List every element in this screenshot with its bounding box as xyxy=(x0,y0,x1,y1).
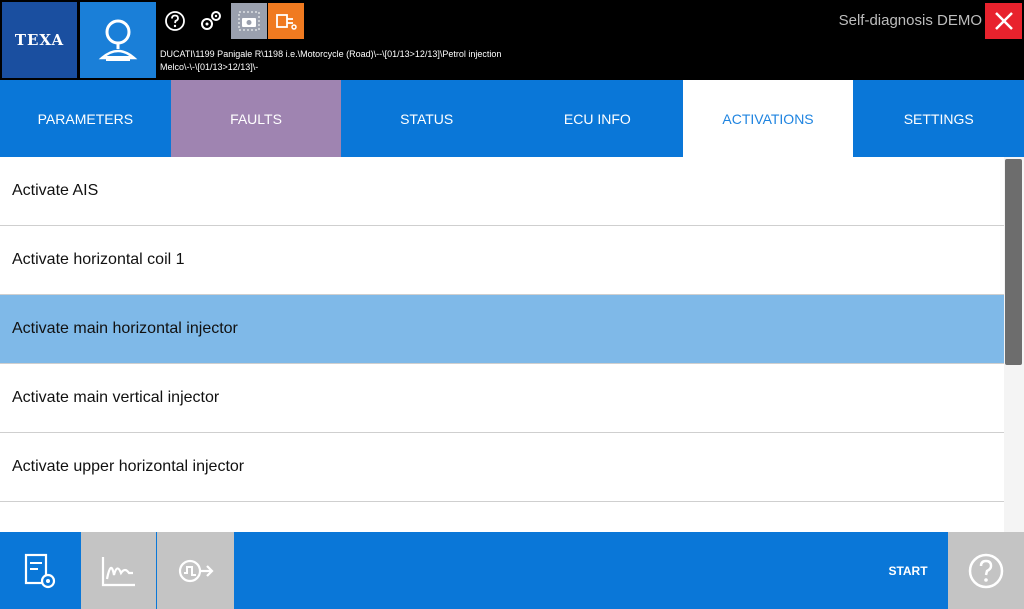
help-button[interactable] xyxy=(157,3,193,39)
ecu-settings-icon xyxy=(24,553,56,588)
list-item[interactable] xyxy=(0,502,1005,532)
help-icon xyxy=(165,11,185,31)
list-item[interactable]: Activate upper horizontal injector xyxy=(0,433,1005,502)
tab-ecu-info[interactable]: ECU INFO xyxy=(512,80,683,157)
tab-activations[interactable]: ACTIVATIONS xyxy=(682,80,854,157)
tab-parameters[interactable]: PARAMETERS xyxy=(0,80,171,157)
graph-button[interactable] xyxy=(81,532,156,609)
list-scrollbar[interactable] xyxy=(1004,157,1024,532)
list-item-selected[interactable]: Activate main horizontal injector xyxy=(0,295,1005,364)
tab-bar: PARAMETERS FAULTS STATUS ECU INFO ACTIVA… xyxy=(0,80,1024,157)
camera-icon xyxy=(238,11,260,31)
logo-text: TEXA xyxy=(14,31,65,49)
activations-list: Activate AIS Activate horizontal coil 1 … xyxy=(0,157,1005,532)
help-circle-icon xyxy=(968,553,1004,588)
close-button[interactable] xyxy=(985,3,1022,39)
vehicle-path-line1: DUCATI\1199 Panigale R\1198 i.e.\Motorcy… xyxy=(160,49,502,59)
list-item[interactable]: Activate AIS xyxy=(0,157,1005,226)
close-icon xyxy=(994,12,1013,30)
vehicle-path: DUCATI\1199 Panigale R\1198 i.e.\Motorcy… xyxy=(160,48,501,74)
signal-output-icon xyxy=(178,559,214,582)
settings-gears-button[interactable] xyxy=(193,3,229,39)
tab-faults[interactable]: FAULTS xyxy=(170,80,342,157)
scroll-thumb[interactable] xyxy=(1005,159,1022,365)
vehicle-connection-button[interactable] xyxy=(268,3,304,39)
bottom-bar: START xyxy=(0,532,1024,609)
start-button[interactable]: START xyxy=(868,532,948,609)
app-title: Self-diagnosis DEMO xyxy=(838,12,982,29)
plug-icon xyxy=(276,14,297,30)
list-item[interactable]: Activate main vertical injector xyxy=(0,364,1005,433)
gears-icon xyxy=(201,11,221,30)
tab-status[interactable]: STATUS xyxy=(341,80,512,157)
signal-output-button[interactable] xyxy=(157,532,234,609)
diagnosis-magnifier-icon xyxy=(98,19,138,61)
diagnosis-button[interactable] xyxy=(80,2,156,78)
list-item[interactable]: Activate horizontal coil 1 xyxy=(0,226,1005,295)
texa-logo: TEXA xyxy=(2,2,77,78)
ecu-settings-button[interactable] xyxy=(0,532,80,609)
help-circle-button[interactable] xyxy=(948,532,1024,609)
graph-icon xyxy=(101,556,135,586)
top-bar: TEXA DUCATI\1199 Panigale R\1198 i.e.\Mo… xyxy=(0,0,1024,80)
tab-settings[interactable]: SETTINGS xyxy=(853,80,1024,157)
screenshot-button[interactable] xyxy=(231,3,267,39)
vehicle-path-line2: Melco\-\-\[01/13>12/13]\- xyxy=(160,62,259,72)
